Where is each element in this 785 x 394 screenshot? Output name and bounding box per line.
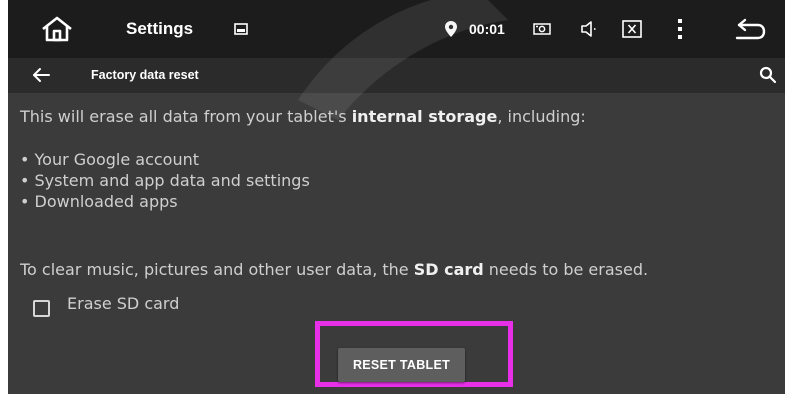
home-icon[interactable] <box>41 0 73 58</box>
status-bar-title: Settings <box>126 19 194 38</box>
clock-time: 00:01 <box>469 21 505 37</box>
bullet-item: • Downloaded apps <box>20 192 178 211</box>
status-bar: Settings 00:01 <box>8 0 785 58</box>
page-title: Factory data reset <box>91 68 199 82</box>
settings-window: Settings 00:01 Factory data reset This w… <box>8 0 785 394</box>
intro-text: This will erase all data from your table… <box>20 107 586 126</box>
search-icon[interactable] <box>759 66 777 88</box>
erase-sd-checkbox[interactable] <box>33 300 50 317</box>
back-return-icon[interactable] <box>734 0 766 58</box>
reset-tablet-button[interactable]: RESET TABLET <box>338 348 465 382</box>
factory-reset-content: This will erase all data from your table… <box>8 93 785 394</box>
internal-storage-label: internal storage <box>351 107 498 126</box>
sd-card-label: SD card <box>413 260 484 279</box>
volume-icon[interactable] <box>580 0 596 58</box>
close-box-icon[interactable] <box>622 0 642 58</box>
erase-sd-label[interactable]: Erase SD card <box>67 294 179 313</box>
sd-card-text: To clear music, pictures and other user … <box>20 260 649 279</box>
image-icon <box>234 0 248 58</box>
camera-icon <box>533 0 551 58</box>
more-vert-icon[interactable] <box>677 0 683 58</box>
back-arrow-icon[interactable] <box>32 67 50 87</box>
bullet-item: • System and app data and settings <box>20 171 310 190</box>
bullet-item: • Your Google account <box>20 150 200 169</box>
app-bar: Factory data reset <box>8 58 785 93</box>
location-pin-icon <box>445 0 457 58</box>
